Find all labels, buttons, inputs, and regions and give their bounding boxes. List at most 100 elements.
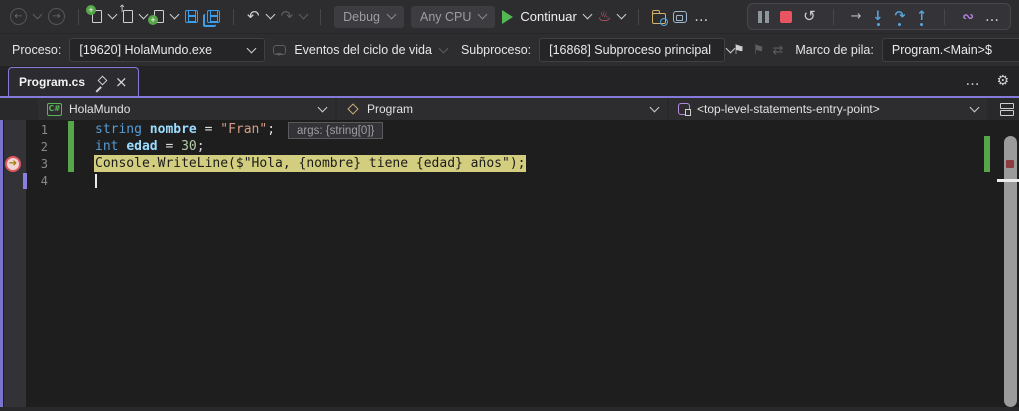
code-line[interactable]: 3 Console.WriteLine($"Hola, {nombre} tien…: [0, 155, 999, 172]
add-item-chevron-icon[interactable]: [169, 9, 180, 20]
debug-location-toolbar: Proceso: [19620] HolaMundo.exe Eventos d…: [0, 33, 1019, 66]
restart-icon[interactable]: ↺: [803, 9, 816, 24]
code-text: int edad = 30;: [95, 139, 205, 154]
chevron-down-icon: [246, 43, 257, 53]
code-text: [74, 173, 999, 188]
line-number: 2: [40, 139, 48, 154]
pin-tab-icon[interactable]: [94, 76, 106, 88]
back-dropdown-chevron-icon[interactable]: [32, 9, 43, 20]
toolbar-separator: [638, 8, 640, 25]
find-in-files-button[interactable]: [652, 9, 669, 26]
entry-point-method-icon: [678, 103, 691, 116]
save-all-button[interactable]: [207, 10, 220, 23]
csharp-project-icon: C#: [47, 102, 62, 116]
undo-button[interactable]: ↶: [247, 9, 260, 24]
step-over-icon[interactable]: ↷: [894, 10, 905, 26]
lifecycle-chevron-icon[interactable]: [438, 43, 449, 53]
current-statement-arrow-icon[interactable]: ➔: [5, 156, 21, 172]
document-tab-strip: Program.cs × … ⚙: [0, 66, 1019, 98]
hot-reload-chevron-icon[interactable]: [616, 9, 627, 20]
forward-icon: →: [52, 10, 61, 22]
thread-dropdown[interactable]: [16868] Subproceso principal: [539, 38, 736, 62]
process-label: Proceso:: [12, 43, 62, 57]
continue-button[interactable]: Continuar: [502, 9, 593, 24]
redo-chevron-icon[interactable]: [298, 9, 309, 20]
flag-threads-icon[interactable]: ⚑: [733, 44, 745, 57]
scrollbar-statement-mark: [1006, 160, 1014, 168]
vs-window: ← → ↶ ↷ Debug Any CPU Continuar ♨: [0, 0, 1019, 411]
navigate-forward-button[interactable]: →: [48, 8, 65, 25]
break-all-button[interactable]: [758, 10, 770, 23]
toolbar-overflow-button[interactable]: …: [694, 10, 709, 24]
edited-line-indicator: [23, 173, 27, 189]
close-tab-icon[interactable]: ×: [115, 75, 128, 90]
tab-title: Program.cs: [19, 75, 86, 89]
process-value: [19620] HolaMundo.exe: [79, 43, 213, 57]
stop-debugging-button[interactable]: [780, 10, 793, 23]
save-button[interactable]: [185, 10, 198, 23]
toolbar-separator: [320, 8, 322, 25]
navigation-bar: C# HolaMundo Program <top-level-statemen…: [0, 98, 1019, 120]
platform-label: Any CPU: [420, 9, 472, 24]
type-dropdown[interactable]: Program: [337, 98, 667, 120]
code-line[interactable]: 1 string nombre = "Fran";: [0, 121, 999, 138]
chevron-down-icon: [477, 9, 488, 20]
add-item-button[interactable]: [148, 10, 164, 25]
split-editor-icon[interactable]: [1000, 102, 1014, 116]
show-next-statement-icon[interactable]: →: [851, 10, 862, 23]
step-into-icon[interactable]: ↓: [873, 10, 883, 26]
member-dropdown[interactable]: <top-level-statements-entry-point>: [669, 98, 987, 120]
debug-controls-group: ↺ → ↓ ↷ ↑ ∾ …: [747, 3, 1011, 30]
chevron-down-icon: [582, 9, 593, 20]
tab-list-overflow-button[interactable]: …: [965, 74, 980, 88]
vertical-scrollbar-thumb[interactable]: [1004, 136, 1017, 407]
new-file-button[interactable]: [86, 5, 102, 23]
toolbar-separator: [832, 8, 834, 25]
code-editor[interactable]: 1 string nombre = "Fran"; 2 int edad = 30; 3…: [0, 120, 1019, 407]
process-dropdown[interactable]: [19620] HolaMundo.exe: [69, 38, 266, 62]
continue-label: Continuar: [520, 9, 577, 24]
lifecycle-events-label[interactable]: Eventos del ciclo de vida: [294, 43, 432, 57]
current-statement-line: Console.WriteLine($"Hola, {nombre} tiene…: [94, 155, 527, 172]
window-preview-button[interactable]: [673, 10, 688, 23]
code-line[interactable]: 4: [0, 172, 999, 189]
thread-label: Subproceso:: [460, 43, 532, 57]
hot-reload-icon[interactable]: ♨: [598, 9, 611, 24]
parallel-stacks-icon[interactable]: ∾: [962, 10, 974, 24]
code-text: string nombre = "Fran";: [95, 122, 276, 137]
open-file-button[interactable]: [118, 4, 133, 23]
show-flagged-only-icon[interactable]: ⚑: [753, 44, 765, 57]
show-threads-in-source-icon[interactable]: ⇄: [772, 44, 783, 57]
toolbar-separator: [944, 8, 946, 25]
scrollbar-caret-mark: [997, 179, 1019, 182]
project-dropdown[interactable]: C# HolaMundo: [38, 98, 335, 120]
step-out-icon[interactable]: ↑: [916, 10, 927, 26]
open-file-chevron-icon[interactable]: [138, 9, 149, 20]
lifecycle-events-icon[interactable]: [273, 45, 287, 56]
main-toolbar: ← → ↶ ↷ Debug Any CPU Continuar ♨: [0, 0, 1019, 33]
tab-program-cs[interactable]: Program.cs ×: [8, 67, 139, 96]
debug-overflow-button[interactable]: …: [985, 10, 1000, 24]
member-name: <top-level-statements-entry-point>: [697, 102, 880, 116]
window-bottom-edge: [0, 407, 1019, 411]
navigate-back-button[interactable]: ←: [10, 8, 27, 25]
debug-inline-hint: args: {string[0]}: [288, 122, 384, 139]
code-line[interactable]: 2 int edad = 30;: [0, 138, 999, 155]
thread-value: [16868] Subproceso principal: [549, 43, 712, 57]
stack-frame-label: Marco de pila:: [795, 43, 874, 57]
stack-frame-dropdown[interactable]: Program.<Main>$: [881, 38, 1019, 62]
settings-gear-icon[interactable]: ⚙: [996, 74, 1009, 88]
chevron-down-icon: [386, 9, 397, 20]
toolbar-separator: [78, 8, 79, 25]
configuration-label: Debug: [343, 9, 380, 24]
tabstrip-actions: … ⚙: [965, 66, 1009, 96]
type-name: Program: [367, 102, 414, 116]
new-file-chevron-icon[interactable]: [107, 9, 118, 20]
undo-chevron-icon[interactable]: [265, 9, 276, 20]
solution-platform-dropdown[interactable]: Any CPU: [411, 5, 496, 28]
solution-configuration-dropdown[interactable]: Debug: [334, 5, 404, 28]
scrollbar-change-mark: [984, 136, 990, 172]
redo-button[interactable]: ↷: [281, 9, 294, 24]
chevron-down-icon: [317, 102, 328, 112]
change-tracking-bar: [68, 155, 74, 172]
